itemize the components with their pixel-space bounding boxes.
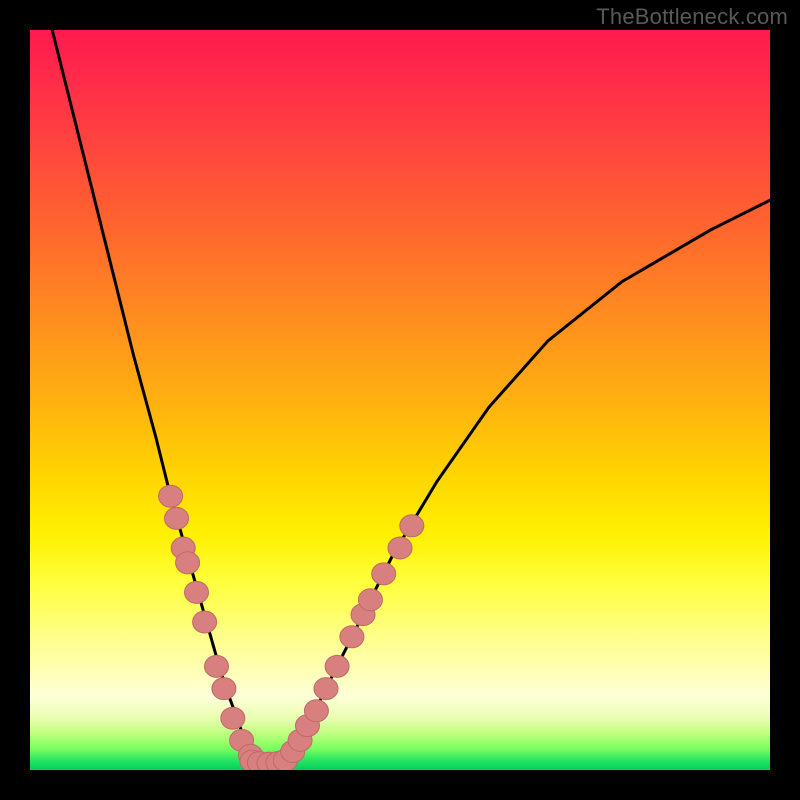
chart-frame: TheBottleneck.com [0,0,800,800]
data-marker [176,552,200,574]
data-marker [205,655,229,677]
data-marker [400,515,424,537]
data-marker [212,678,236,700]
data-marker [388,537,412,559]
plot-area [30,30,770,770]
bottleneck-curve [52,30,770,763]
markers-right [281,515,424,763]
curve-layer [30,30,770,770]
data-marker [325,655,349,677]
data-marker [304,700,328,722]
data-marker [185,581,209,603]
data-marker [165,507,189,529]
data-marker [221,707,245,729]
data-marker [314,678,338,700]
data-marker [340,626,364,648]
data-marker [358,589,382,611]
data-marker [159,485,183,507]
data-marker [193,611,217,633]
data-marker [372,563,396,585]
markers-left [159,485,263,766]
watermark-text: TheBottleneck.com [596,4,788,30]
